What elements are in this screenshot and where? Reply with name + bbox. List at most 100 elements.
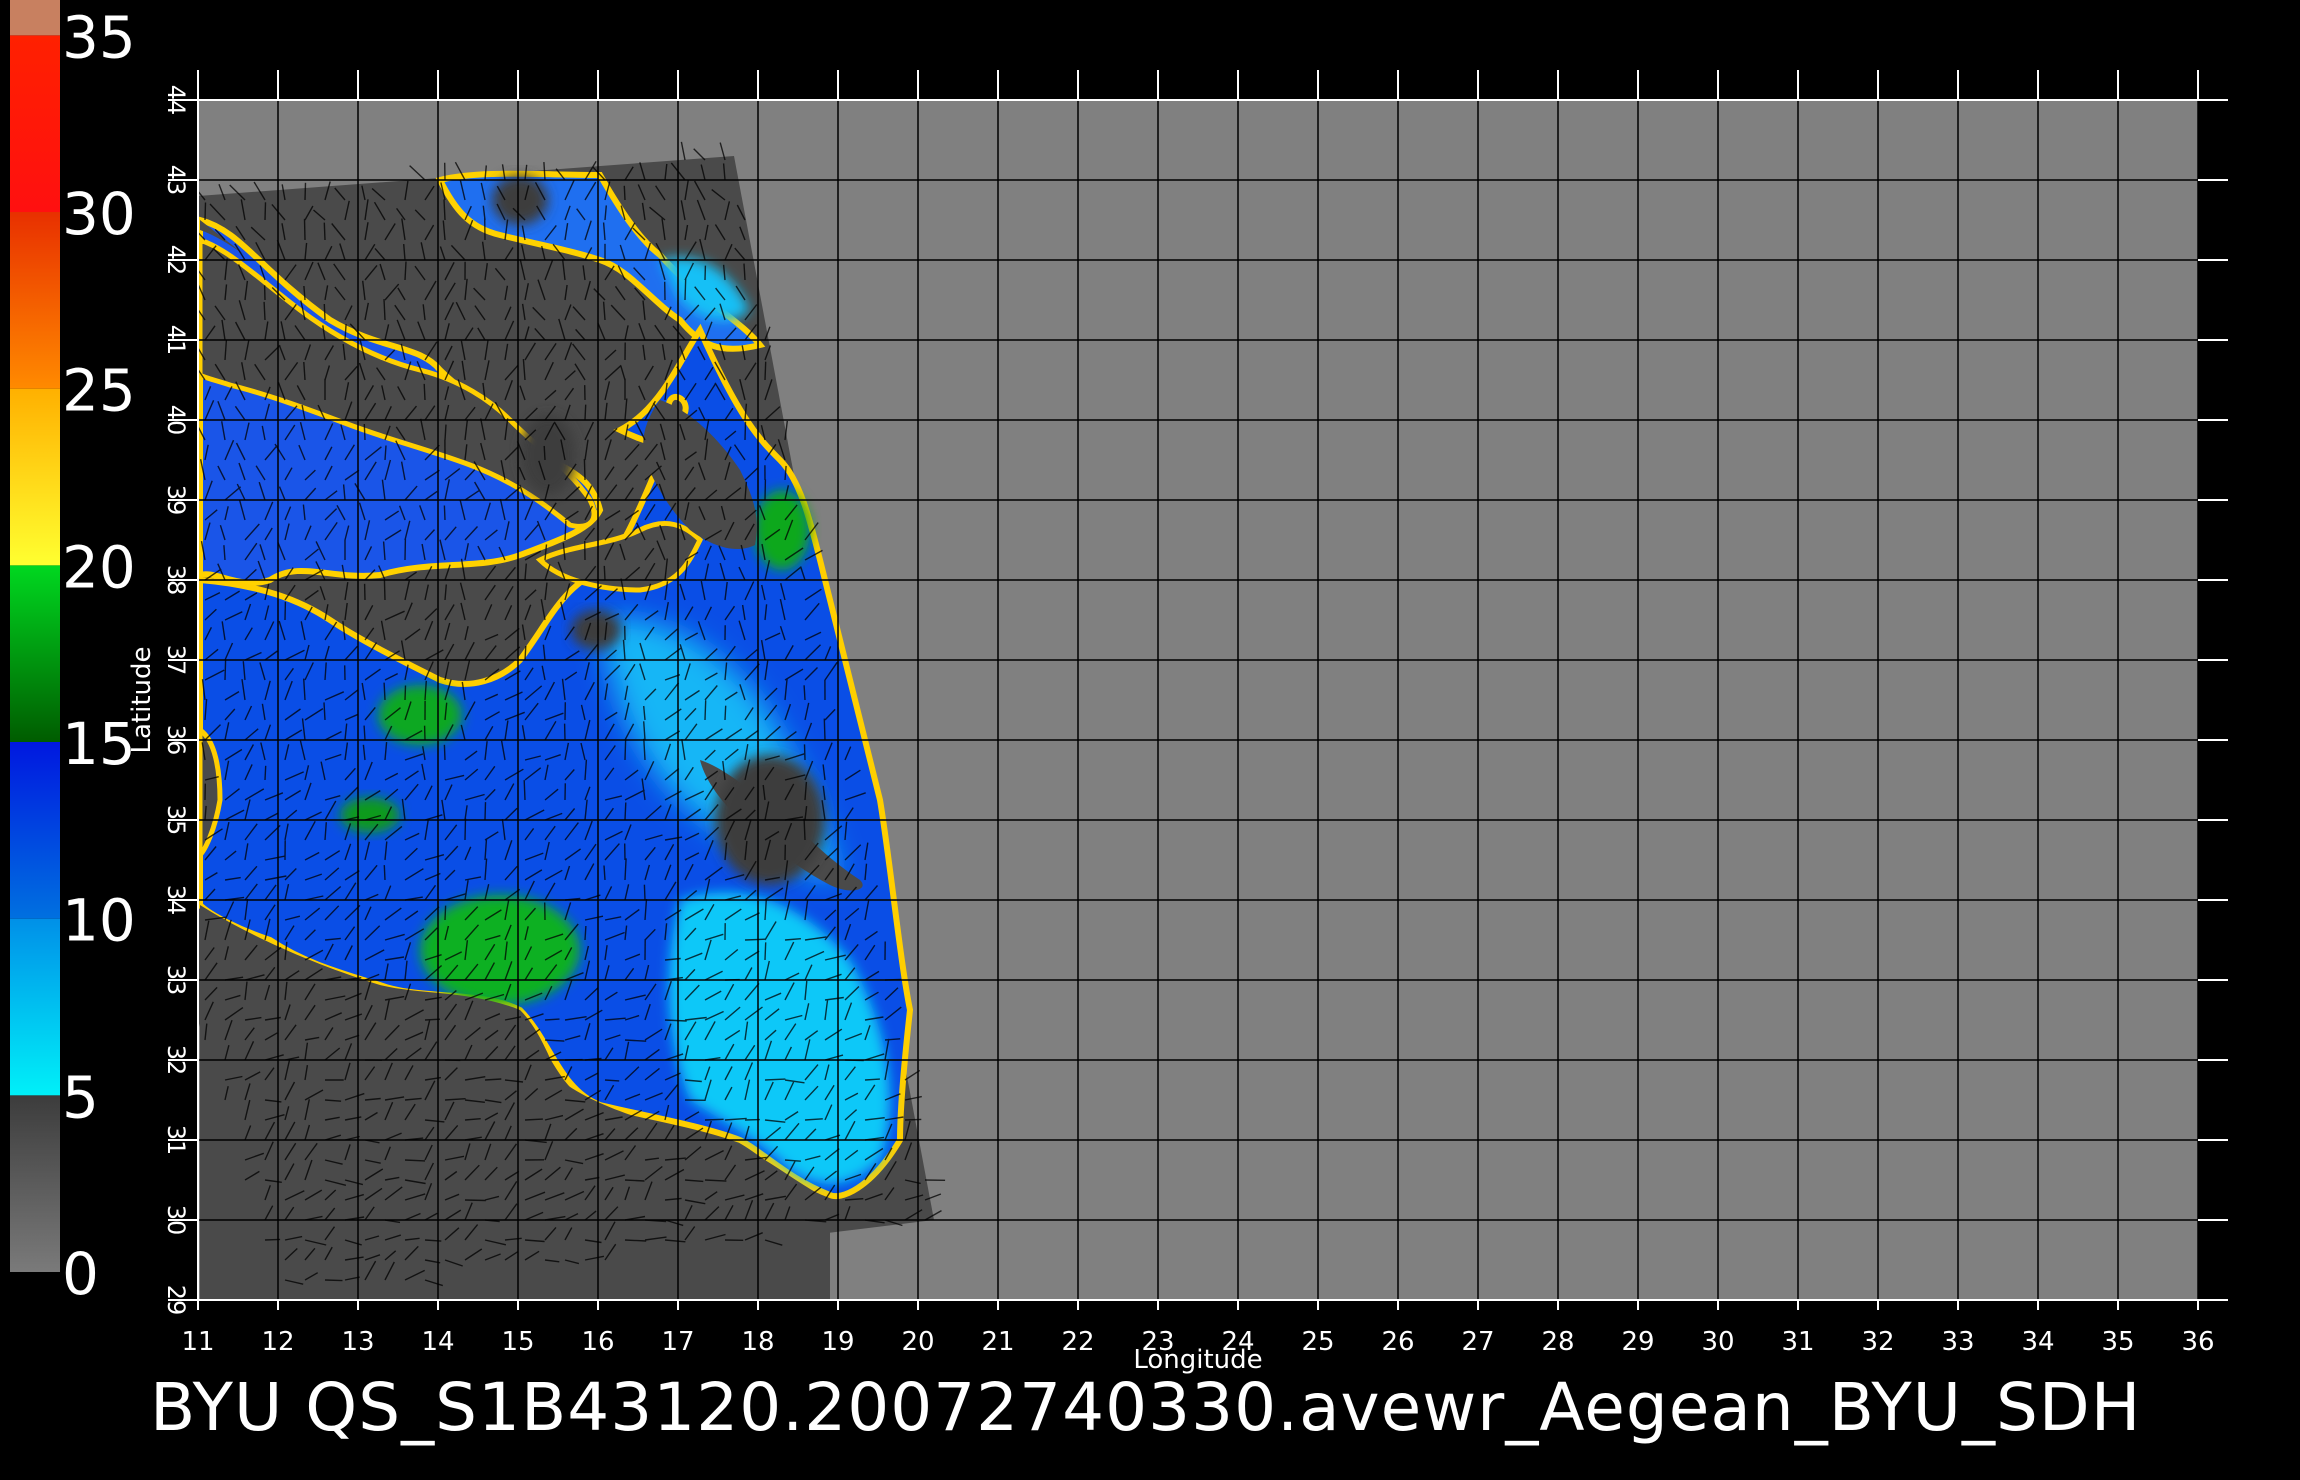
wind-vector [604,1079,620,1082]
lon-tick-label: 16 [581,1327,614,1357]
colorbar-label: 25 [62,357,136,425]
lon-tick-label: 33 [1941,1327,1974,1357]
wind-vector [764,1078,786,1081]
y-axis-label: Latitude [127,646,157,753]
lat-tick-label: 29 [162,1285,190,1316]
wind-vector [444,424,447,441]
colorbar-band [10,918,60,1096]
wind-vector [443,199,446,221]
wind-vector [263,301,266,321]
high-wind-patch-aegean [754,490,810,570]
colorbar-label: 15 [62,710,136,778]
lat-tick-label: 40 [162,405,190,436]
wind-vector [603,565,606,581]
lat-tick-label: 36 [162,725,190,756]
colorbar-band [10,1095,60,1272]
wind-vector [584,925,587,941]
lat-tick-label: 37 [162,645,190,676]
wind-vector [584,404,587,421]
wind-vector [484,1078,502,1081]
colorbar-band [10,35,60,213]
lon-tick-label: 32 [1861,1327,1894,1357]
lat-tick-label: 33 [162,965,190,996]
colorbar-label: 20 [62,533,136,601]
wind-vector [764,361,767,381]
wind-vector [464,1199,486,1202]
colorbar-band [10,565,60,742]
lat-tick-label: 43 [162,165,190,196]
footer-title: BYU QS_S1B43120.20072740330.avewr_Aegean… [150,1369,2141,1446]
wind-vector [803,685,806,701]
wind-vector [624,802,627,821]
wind-vector [423,383,426,401]
wind-vector [704,1118,724,1121]
lon-tick-label: 14 [421,1327,454,1357]
colorbar-label: 30 [62,180,136,248]
colorbar-band [10,388,60,566]
lon-tick-label: 30 [1701,1327,1734,1357]
colorbar-band [10,212,60,389]
lon-tick-label: 18 [741,1327,774,1357]
wind-vector [524,1118,543,1121]
wind-vector [363,423,366,441]
lon-tick-label: 13 [341,1327,374,1357]
wind-vector [543,445,546,461]
lon-tick-label: 22 [1061,1327,1094,1357]
wind-vector [623,185,626,201]
colorbar-label: 5 [62,1063,99,1131]
lon-tick-label: 17 [661,1327,694,1357]
lat-tick-label: 41 [162,325,190,356]
lon-tick-label: 35 [2101,1327,2134,1357]
wind-vector [444,905,447,921]
rain-flag-balkans [520,415,576,495]
wind-vector [624,1239,647,1242]
wind-vector [404,1159,426,1162]
colorbar-label: 35 [62,3,136,71]
wind-vector [484,802,487,821]
map-figure: 35302520151050 11 12 13 14 15 16 17 18 1… [10,0,2228,1446]
wind-vector [443,744,446,761]
colorbar-labels: 35 30 25 20 15 10 5 0 [62,3,136,1308]
lat-tick-label: 44 [162,85,190,116]
rain-flag-adriatic [492,175,548,225]
wind-vector [264,765,267,781]
wind-vector [404,261,407,281]
lat-tick-label: 42 [162,245,190,276]
wind-vector [384,445,387,461]
wind-vector [363,725,366,741]
colorbar [10,0,60,1272]
wind-vector [524,645,527,661]
lon-tick-label: 19 [821,1327,854,1357]
lon-tick-label: 34 [2021,1327,2054,1357]
wind-vector [583,458,586,481]
wind-vector [643,884,646,901]
lon-tick-label: 36 [2181,1327,2214,1357]
lat-tick-label: 34 [162,885,190,916]
lon-tick-label: 31 [1781,1327,1814,1357]
colorbar-label: 10 [62,887,136,955]
wind-vector [864,1078,880,1081]
lon-tick-label: 28 [1541,1327,1574,1357]
lon-tick-label: 21 [981,1327,1014,1357]
wind-vector [544,1018,560,1021]
lat-tick-label: 31 [162,1125,190,1156]
wind-vector [264,202,267,221]
lat-tick-label: 39 [162,485,190,516]
lon-tick-label: 15 [501,1327,534,1357]
wind-vector [803,818,806,841]
lon-tick-label: 25 [1301,1327,1334,1357]
wind-vector [464,818,467,841]
colorbar-band [10,0,60,36]
lon-tick-label: 26 [1381,1327,1414,1357]
wind-vector [383,578,386,601]
wind-vector [443,505,446,521]
latitude-tick-labels: 29 30 31 32 33 34 35 36 37 38 39 40 41 42 43 44 [162,85,190,1316]
wind-vector [904,1118,922,1121]
wind-vector [383,682,386,701]
wind-vector [724,705,727,721]
wind-vector [624,740,627,761]
wind-vector [323,303,326,321]
wind-vector [684,278,687,301]
lon-tick-label: 12 [261,1327,294,1357]
wind-vector [224,659,227,681]
